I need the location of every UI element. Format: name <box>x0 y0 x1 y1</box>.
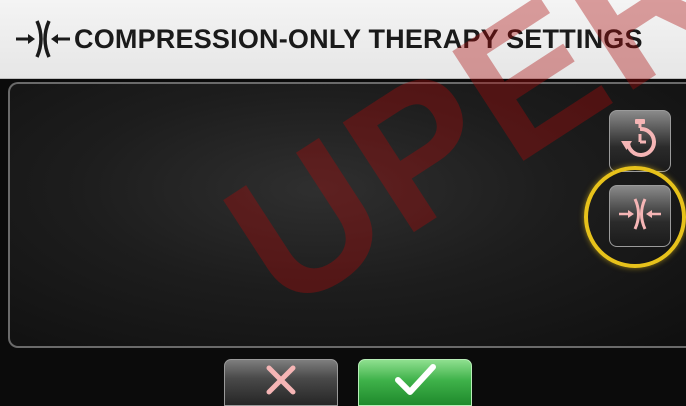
compression-arrows-icon <box>616 194 664 239</box>
x-icon <box>263 362 299 403</box>
cancel-button[interactable] <box>224 359 338 406</box>
confirm-button[interactable] <box>358 359 472 406</box>
compression-only-button[interactable] <box>609 185 671 247</box>
stopwatch-restart-icon <box>618 117 662 166</box>
therapy-settings-screen: COMPRESSION-ONLY THERAPY SETTINGS UPER <box>0 0 686 406</box>
title-bar: COMPRESSION-ONLY THERAPY SETTINGS <box>0 0 686 79</box>
settings-panel <box>8 82 686 348</box>
page-title: COMPRESSION-ONLY THERAPY SETTINGS <box>74 23 643 54</box>
timer-button[interactable] <box>609 110 671 172</box>
compression-arrows-icon <box>12 16 74 62</box>
check-icon <box>393 362 437 403</box>
